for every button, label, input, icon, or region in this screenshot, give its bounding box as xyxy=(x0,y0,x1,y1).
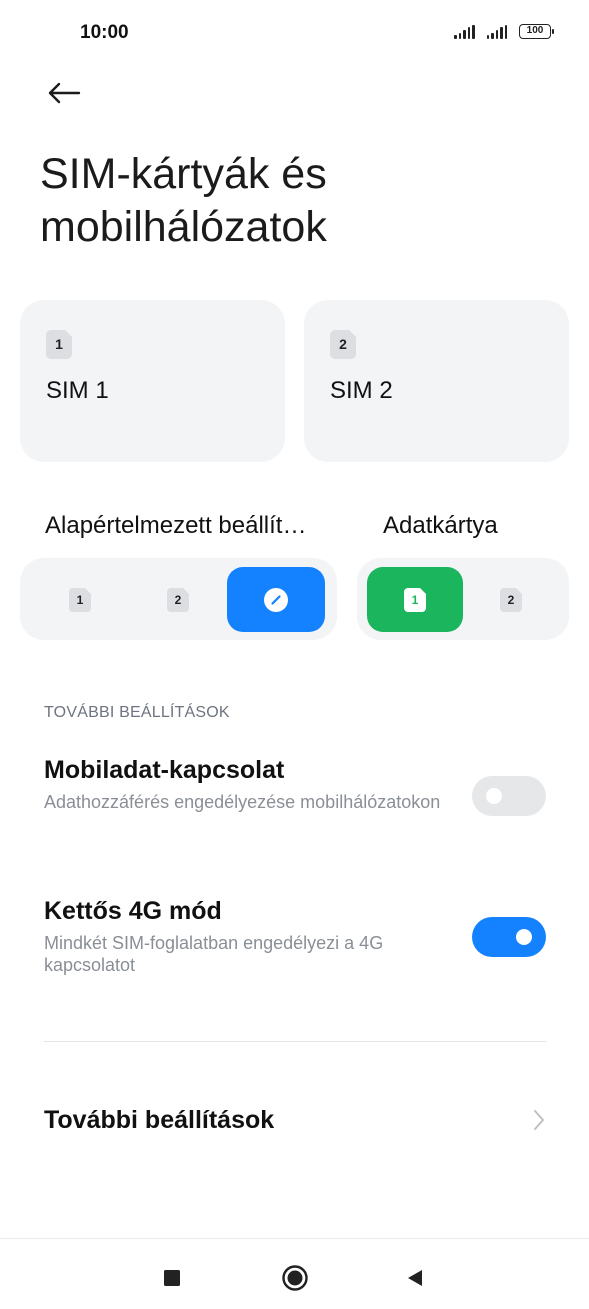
chevron-right-icon xyxy=(534,1110,544,1130)
battery-icon: 100 xyxy=(519,24,554,39)
divider xyxy=(44,1041,546,1042)
default-sim-selector: 1 2 xyxy=(20,558,337,640)
home-button[interactable] xyxy=(280,1263,310,1293)
more-settings-item[interactable]: További beállítások xyxy=(44,1100,546,1140)
status-bar: 10:00 100 xyxy=(0,0,589,68)
mobile-data-row[interactable]: Mobiladat-kapcsolat Adathozzáférés enged… xyxy=(44,756,546,816)
navigation-bar xyxy=(0,1238,589,1309)
sim-1-badge-icon: 1 xyxy=(46,330,72,359)
sim-card-label: SIM 2 xyxy=(330,377,393,404)
toggle-knob xyxy=(486,788,502,804)
edit-icon xyxy=(264,587,288,612)
sim-card-1[interactable]: 1 SIM 1 xyxy=(20,300,285,462)
home-circle-icon xyxy=(282,1265,308,1291)
sim-2-badge-icon: 2 xyxy=(330,330,356,359)
page-title: SIM-kártyák és mobilhálózatok xyxy=(40,150,327,251)
sim-card-2[interactable]: 2 SIM 2 xyxy=(304,300,569,462)
dual-4g-subtitle: Mindkét SIM-foglalatban engedélyezi a 4G… xyxy=(44,933,384,975)
data-card-selector: 1 2 xyxy=(357,558,569,640)
default-option-sim-1[interactable]: 1 xyxy=(50,567,110,632)
back-button[interactable] xyxy=(42,76,86,110)
dual-4g-row[interactable]: Kettős 4G mód Mindkét SIM-foglalatban en… xyxy=(44,897,546,976)
mobile-data-toggle[interactable] xyxy=(472,776,546,816)
arrow-left-icon xyxy=(48,82,81,104)
signal-icon-sim1 xyxy=(454,25,475,39)
mobile-data-title: Mobiladat-kapcsolat xyxy=(44,756,285,784)
sim-2-badge-icon: 2 xyxy=(500,587,522,612)
default-option-edit[interactable] xyxy=(227,567,325,632)
sim-1-badge-icon: 1 xyxy=(404,587,426,612)
data-card-option-sim-1[interactable]: 1 xyxy=(367,567,463,632)
status-icons: 100 xyxy=(454,24,554,39)
sim-card-label: SIM 1 xyxy=(46,377,109,404)
dual-4g-title: Kettős 4G mód xyxy=(44,897,222,925)
more-settings-label: További beállítások xyxy=(44,1106,275,1134)
dual-4g-toggle[interactable] xyxy=(472,917,546,957)
sim-1-badge-icon: 1 xyxy=(69,587,91,612)
back-triangle-icon xyxy=(408,1270,422,1286)
default-settings-label: Alapértelmezett beállít… xyxy=(45,512,307,539)
signal-icon-sim2 xyxy=(486,25,507,39)
recents-square-icon xyxy=(164,1270,180,1286)
sim-2-badge-icon: 2 xyxy=(167,587,189,612)
recents-button[interactable] xyxy=(157,1263,187,1293)
default-option-sim-2[interactable]: 2 xyxy=(148,567,208,632)
status-time: 10:00 xyxy=(80,22,129,43)
nav-back-button[interactable] xyxy=(400,1263,430,1293)
data-card-option-sim-2[interactable]: 2 xyxy=(481,567,541,632)
data-card-label: Adatkártya xyxy=(383,512,498,539)
section-header: TOVÁBBI BEÁLLÍTÁSOK xyxy=(44,704,230,721)
mobile-data-subtitle: Adathozzáférés engedélyezése mobilhálóza… xyxy=(44,792,441,812)
toggle-knob xyxy=(516,929,532,945)
